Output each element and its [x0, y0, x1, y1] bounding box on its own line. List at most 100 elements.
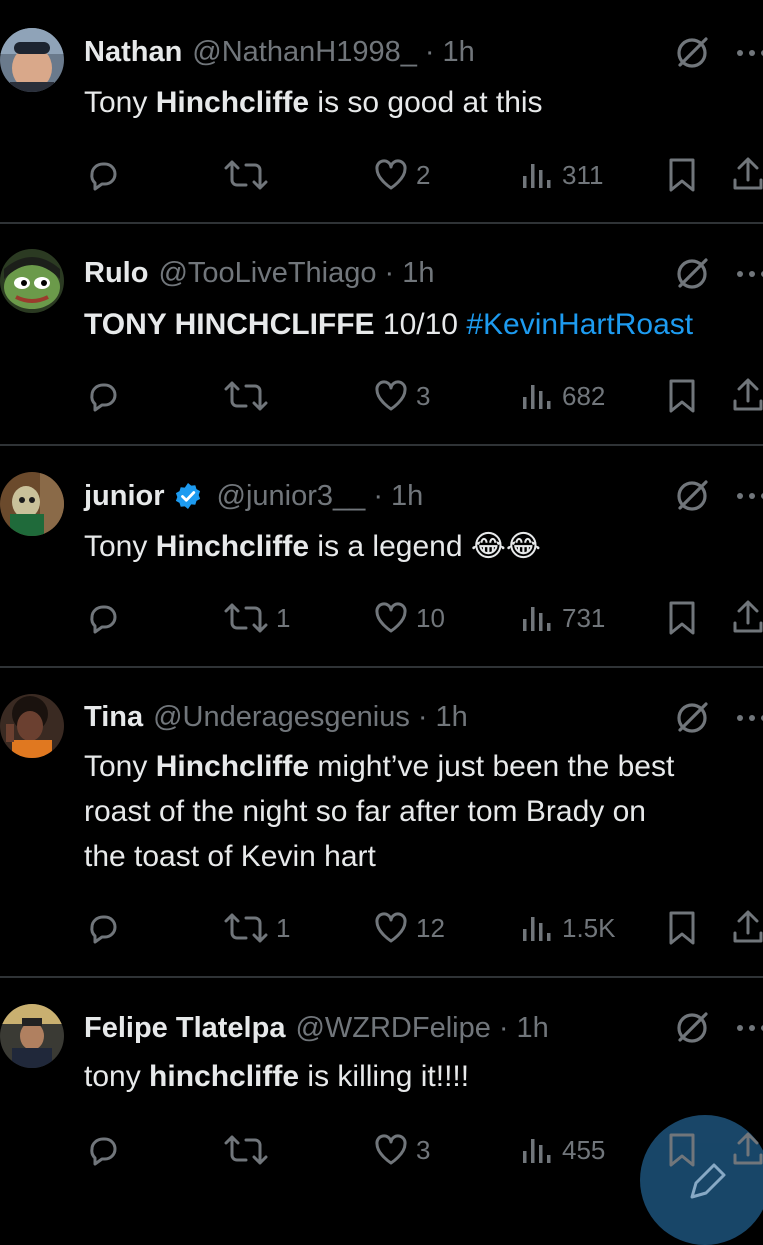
- text-segment: tony: [84, 1060, 150, 1093]
- reply-button[interactable]: [84, 596, 128, 640]
- like-button[interactable]: 10: [372, 596, 445, 640]
- share-icon: [733, 378, 763, 411]
- user-handle[interactable]: @WZRDFelipe: [295, 1012, 490, 1045]
- text-segment: Tony: [84, 86, 156, 119]
- emoji: 😂😂: [470, 530, 541, 563]
- user-handle[interactable]: @NathanH1998_: [192, 36, 417, 69]
- share-button[interactable]: [730, 596, 763, 640]
- avatar[interactable]: [0, 1004, 64, 1068]
- views-button[interactable]: 682: [520, 374, 605, 418]
- timestamp[interactable]: 1h: [402, 257, 434, 290]
- avatar[interactable]: [0, 249, 64, 313]
- text-segment: Tony: [84, 530, 156, 563]
- tweet-text: Tony Hinchcliffe might’ve just been the …: [84, 744, 763, 879]
- highlighted-term: hinchcliffe: [149, 1060, 300, 1093]
- display-name[interactable]: Felipe Tlatelpa: [84, 1012, 285, 1045]
- share-button[interactable]: [730, 153, 763, 197]
- retweet-button[interactable]: 1: [222, 596, 290, 640]
- action-bar: 1 12 1.5K: [0, 906, 763, 950]
- share-button[interactable]: [730, 374, 763, 418]
- retweet-button[interactable]: 1: [222, 906, 290, 950]
- action-bar: 1 10 731: [0, 596, 763, 640]
- retweet-icon: [224, 381, 268, 411]
- user-handle[interactable]: @TooLiveThiago: [158, 257, 376, 290]
- timestamp[interactable]: 1h: [391, 480, 423, 513]
- bookmark-button[interactable]: [664, 153, 700, 197]
- like-count: 12: [416, 912, 445, 943]
- grok-icon[interactable]: [672, 33, 712, 73]
- share-icon: [733, 910, 763, 943]
- hashtag-link[interactable]: #KevinHartRoast: [466, 308, 693, 341]
- like-button[interactable]: 2: [372, 153, 430, 197]
- avatar[interactable]: [0, 28, 64, 92]
- verified-icon[interactable]: [173, 481, 203, 511]
- views-count: 1.5K: [562, 912, 616, 943]
- reply-icon: [90, 605, 117, 634]
- bookmark-button[interactable]: [664, 596, 700, 640]
- display-name[interactable]: Rulo: [84, 257, 148, 290]
- grok-icon[interactable]: [672, 476, 712, 516]
- views-icon: [523, 917, 551, 941]
- more-icon[interactable]: [732, 33, 763, 73]
- like-button[interactable]: 3: [372, 374, 430, 418]
- display-name[interactable]: Tina: [84, 701, 143, 734]
- grok-icon[interactable]: [672, 1008, 712, 1048]
- bookmark-icon: [669, 1133, 695, 1167]
- retweet-button[interactable]: [222, 153, 276, 197]
- user-handle[interactable]: @junior3__: [217, 480, 366, 513]
- retweet-icon: [224, 913, 268, 943]
- tweet[interactable]: Nathan @NathanH1998_ · 1h Tony Hinchclif…: [0, 0, 763, 222]
- share-button[interactable]: [730, 1128, 763, 1172]
- timestamp[interactable]: 1h: [517, 1012, 549, 1045]
- separator-dot: ·: [417, 700, 428, 733]
- retweet-button[interactable]: [222, 374, 276, 418]
- tweet-header: Felipe Tlatelpa @WZRDFelipe · 1h: [84, 1006, 763, 1050]
- tweet-text: Tony Hinchcliffe is a legend 😂😂: [84, 524, 763, 569]
- views-icon: [523, 385, 551, 409]
- bookmark-button[interactable]: [664, 906, 700, 950]
- share-button[interactable]: [730, 906, 763, 950]
- separator-dot: ·: [424, 35, 435, 68]
- display-name[interactable]: Nathan: [84, 36, 182, 69]
- tweet[interactable]: junior @junior3__ · 1h Tony Hinchcliffe …: [0, 446, 763, 666]
- timestamp[interactable]: 1h: [436, 701, 468, 734]
- timeline-feed: Nathan @NathanH1998_ · 1h Tony Hinchclif…: [0, 0, 763, 1245]
- like-button[interactable]: 12: [372, 906, 445, 950]
- tweet-text: tony hinchcliffe is killing it!!!!: [84, 1054, 763, 1099]
- bookmark-button[interactable]: [664, 374, 700, 418]
- reply-button[interactable]: [84, 1128, 128, 1172]
- tweet[interactable]: Rulo @TooLiveThiago · 1h TONY HINCHCLIFF…: [0, 224, 763, 444]
- highlighted-term: Hinchcliffe: [155, 86, 310, 119]
- user-handle[interactable]: @Underagesgenius: [153, 701, 410, 734]
- like-button[interactable]: 3: [372, 1128, 430, 1172]
- avatar[interactable]: [0, 472, 64, 536]
- tweet[interactable]: Tina @Underagesgenius · 1h Tony Hinchcli…: [0, 668, 763, 976]
- timestamp[interactable]: 1h: [443, 36, 475, 69]
- retweet-button[interactable]: [222, 1128, 276, 1172]
- avatar[interactable]: [0, 694, 64, 758]
- like-icon: [375, 380, 407, 411]
- grok-icon[interactable]: [672, 698, 712, 738]
- more-icon[interactable]: [732, 476, 763, 516]
- more-icon[interactable]: [732, 254, 763, 294]
- views-button[interactable]: 731: [520, 596, 605, 640]
- views-button[interactable]: 1.5K: [520, 906, 616, 950]
- share-icon: [733, 157, 763, 190]
- bookmark-button[interactable]: [664, 1128, 700, 1172]
- reply-button[interactable]: [84, 906, 128, 950]
- share-icon: [733, 1132, 763, 1165]
- reply-button[interactable]: [84, 374, 128, 418]
- more-icon[interactable]: [732, 1008, 763, 1048]
- views-button[interactable]: 311: [520, 153, 603, 197]
- display-name[interactable]: junior: [84, 480, 165, 513]
- like-count: 10: [416, 602, 445, 633]
- like-icon: [375, 1134, 407, 1165]
- more-icon[interactable]: [732, 698, 763, 738]
- bookmark-icon: [669, 379, 695, 413]
- like-icon: [375, 602, 407, 633]
- share-icon: [733, 600, 763, 633]
- reply-button[interactable]: [84, 153, 128, 197]
- like-count: 2: [416, 159, 431, 190]
- grok-icon[interactable]: [672, 254, 712, 294]
- views-button[interactable]: 455: [520, 1128, 605, 1172]
